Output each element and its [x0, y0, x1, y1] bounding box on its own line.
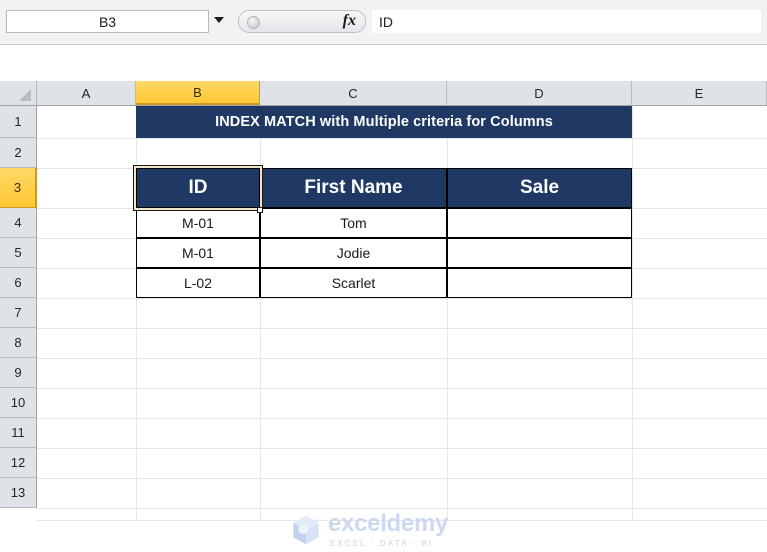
column-header-a[interactable]: A — [37, 81, 136, 105]
table-header-first-name[interactable]: First Name — [260, 168, 447, 208]
exceldemy-watermark: exceldemy EXCEL · DATA · BI — [288, 508, 488, 552]
chevron-down-icon[interactable] — [214, 17, 224, 23]
fill-handle[interactable] — [257, 207, 263, 213]
row-header-6[interactable]: 6 — [0, 268, 37, 298]
gridline-row-11 — [37, 448, 767, 449]
row-header-11[interactable]: 11 — [0, 418, 37, 448]
column-header-c[interactable]: C — [260, 81, 447, 105]
formula-bar: B3 fx ID — [0, 0, 767, 45]
row-header-5[interactable]: 5 — [0, 238, 37, 268]
row-header-12[interactable]: 12 — [0, 448, 37, 478]
gridline-col-4 — [632, 106, 633, 520]
table-cell-sale[interactable] — [447, 208, 632, 238]
fx-icon[interactable]: fx — [343, 12, 356, 30]
row-header-7[interactable]: 7 — [0, 298, 37, 328]
name-box[interactable]: B3 — [6, 10, 209, 33]
table-cell-id[interactable]: M-01 — [136, 238, 260, 268]
table-header-id[interactable]: ID — [136, 168, 260, 208]
gridline-row-13 — [37, 508, 767, 509]
select-all-button[interactable] — [0, 81, 37, 105]
table-cell-id[interactable]: M-01 — [136, 208, 260, 238]
gridline-row-6 — [37, 298, 767, 299]
table-header-sale[interactable]: Sale — [447, 168, 632, 208]
gridline-row-10 — [37, 418, 767, 419]
table-cell-first-name[interactable]: Scarlet — [260, 268, 447, 298]
gridline-extra — [37, 520, 767, 521]
gridline-row-12 — [37, 478, 767, 479]
row-header-3[interactable]: 3 — [0, 168, 37, 208]
watermark-brand-name: exceldemy — [328, 510, 449, 537]
spreadsheet-grid: ABCDE 1 2 3 4 5 6 7 8 9 10 11 12 13 INDEX MATCH with… — [0, 45, 767, 548]
table-cell-sale[interactable] — [447, 238, 632, 268]
column-header-e[interactable]: E — [632, 81, 767, 105]
gridline-row-7 — [37, 328, 767, 329]
gridline-row-9 — [37, 388, 767, 389]
exceldemy-cube-logo-icon — [293, 515, 319, 545]
row-header-13[interactable]: 13 — [0, 478, 37, 508]
formula-value: ID — [379, 13, 393, 30]
select-all-triangle-icon — [19, 89, 31, 101]
circle-icon[interactable] — [247, 16, 260, 29]
row-header-4[interactable]: 4 — [0, 208, 37, 238]
gridline-row-1 — [37, 138, 767, 139]
row-header-10[interactable]: 10 — [0, 388, 37, 418]
sheet-title-banner[interactable]: INDEX MATCH with Multiple criteria for C… — [136, 106, 632, 138]
row-header-8[interactable]: 8 — [0, 328, 37, 358]
watermark-tagline: EXCEL · DATA · BI — [330, 539, 434, 548]
row-header-2[interactable]: 2 — [0, 138, 37, 168]
row-header-9[interactable]: 9 — [0, 358, 37, 388]
formula-input[interactable]: ID — [372, 10, 761, 33]
column-header-d[interactable]: D — [447, 81, 632, 105]
formula-toolbar-group: fx — [238, 10, 366, 33]
name-box-value: B3 — [98, 13, 117, 30]
table-cell-first-name[interactable]: Tom — [260, 208, 447, 238]
watermark-text: exceldemy EXCEL · DATA · BI — [328, 510, 449, 549]
row-header-1[interactable]: 1 — [0, 106, 37, 138]
table-cell-id[interactable]: L-02 — [136, 268, 260, 298]
table-cell-first-name[interactable]: Jodie — [260, 238, 447, 268]
table-cell-sale[interactable] — [447, 268, 632, 298]
column-header-b[interactable]: B — [136, 81, 260, 105]
gridline-row-8 — [37, 358, 767, 359]
column-header-row: ABCDE — [0, 81, 767, 106]
